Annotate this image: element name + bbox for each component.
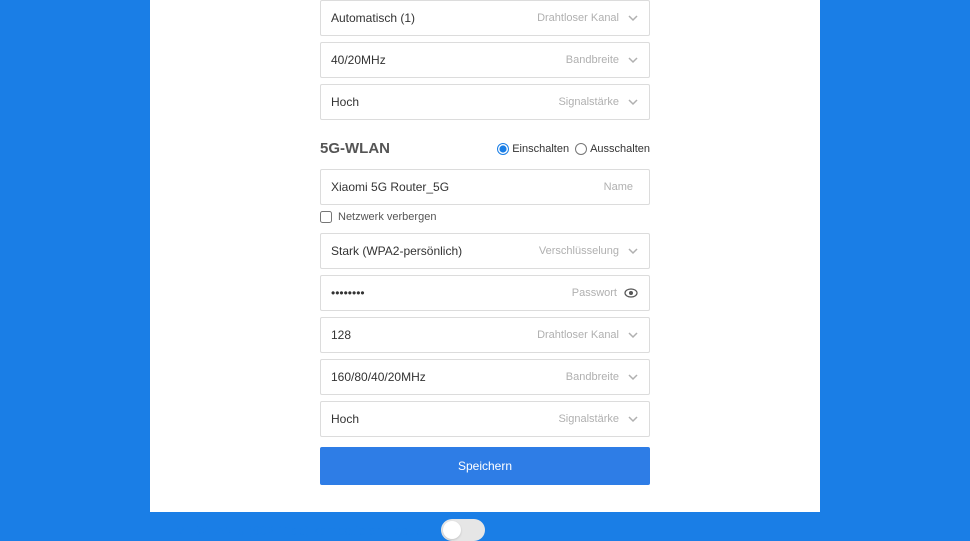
channel-value-24g: Automatisch (1) [331,11,537,25]
radio-off[interactable] [575,143,587,155]
signal-value-24g: Hoch [331,95,558,109]
eye-icon[interactable] [623,285,639,301]
form-area: Automatisch (1) Drahtloser Kanal 40/20MH… [320,0,650,485]
radio-on[interactable] [497,143,509,155]
signal-label-5g: Signalstärke [558,413,619,425]
hide-network-row: Netzwerk verbergen [320,211,650,223]
password-field-5g[interactable]: Passwort [320,275,650,311]
encryption-select-5g[interactable]: Stark (WPA2-persönlich) Verschlüsselung [320,233,650,269]
chevron-down-icon [627,54,639,66]
bandwidth-label-24g: Bandbreite [566,54,619,66]
bandwidth-value-24g: 40/20MHz [331,53,566,67]
name-input-5g[interactable] [331,180,604,194]
chevron-down-icon [627,245,639,257]
name-field-5g[interactable]: Name [320,169,650,205]
encryption-value-5g: Stark (WPA2-persönlich) [331,244,539,258]
channel-label-24g: Drahtloser Kanal [537,12,619,24]
toggle-knob [443,521,461,539]
enable-radio-group-5g: Einschalten Ausschalten [497,143,650,155]
settings-page: Automatisch (1) Drahtloser Kanal 40/20MH… [150,0,820,512]
password-hint-5g: Passwort [572,287,617,299]
hide-network-checkbox[interactable] [320,211,332,223]
signal-label-24g: Signalstärke [558,96,619,108]
name-hint-5g: Name [604,181,633,193]
bandwidth-label-5g: Bandbreite [566,371,619,383]
chevron-down-icon [627,371,639,383]
signal-select-24g[interactable]: Hoch Signalstärke [320,84,650,120]
password-input-5g[interactable] [331,286,572,300]
channel-value-5g: 128 [331,328,537,342]
signal-select-5g[interactable]: Hoch Signalstärke [320,401,650,437]
section-header-5g: 5G-WLAN Einschalten Ausschalten [320,140,650,157]
bandwidth-select-24g[interactable]: 40/20MHz Bandbreite [320,42,650,78]
hide-network-label: Netzwerk verbergen [338,211,436,223]
chevron-down-icon [627,12,639,24]
encryption-label-5g: Verschlüsselung [539,245,619,257]
wlan5-mode-row: Mit WLAN 5 (802.11ac) kompatibler Modus [170,519,800,541]
chevron-down-icon [627,96,639,108]
channel-select-24g[interactable]: Automatisch (1) Drahtloser Kanal [320,0,650,36]
chevron-down-icon [627,413,639,425]
radio-on-text: Einschalten [512,143,569,155]
section-title-5g: 5G-WLAN [320,140,390,157]
signal-value-5g: Hoch [331,412,558,426]
wlan5-mode-label: Mit WLAN 5 (802.11ac) kompatibler Modus [175,523,423,538]
wlan5-mode-toggle[interactable] [441,519,485,541]
radio-on-label[interactable]: Einschalten [497,143,569,155]
channel-select-5g[interactable]: 128 Drahtloser Kanal [320,317,650,353]
save-button[interactable]: Speichern [320,447,650,485]
bandwidth-select-5g[interactable]: 160/80/40/20MHz Bandbreite [320,359,650,395]
radio-off-text: Ausschalten [590,143,650,155]
chevron-down-icon [627,329,639,341]
channel-label-5g: Drahtloser Kanal [537,329,619,341]
bandwidth-value-5g: 160/80/40/20MHz [331,370,566,384]
radio-off-label[interactable]: Ausschalten [575,143,650,155]
